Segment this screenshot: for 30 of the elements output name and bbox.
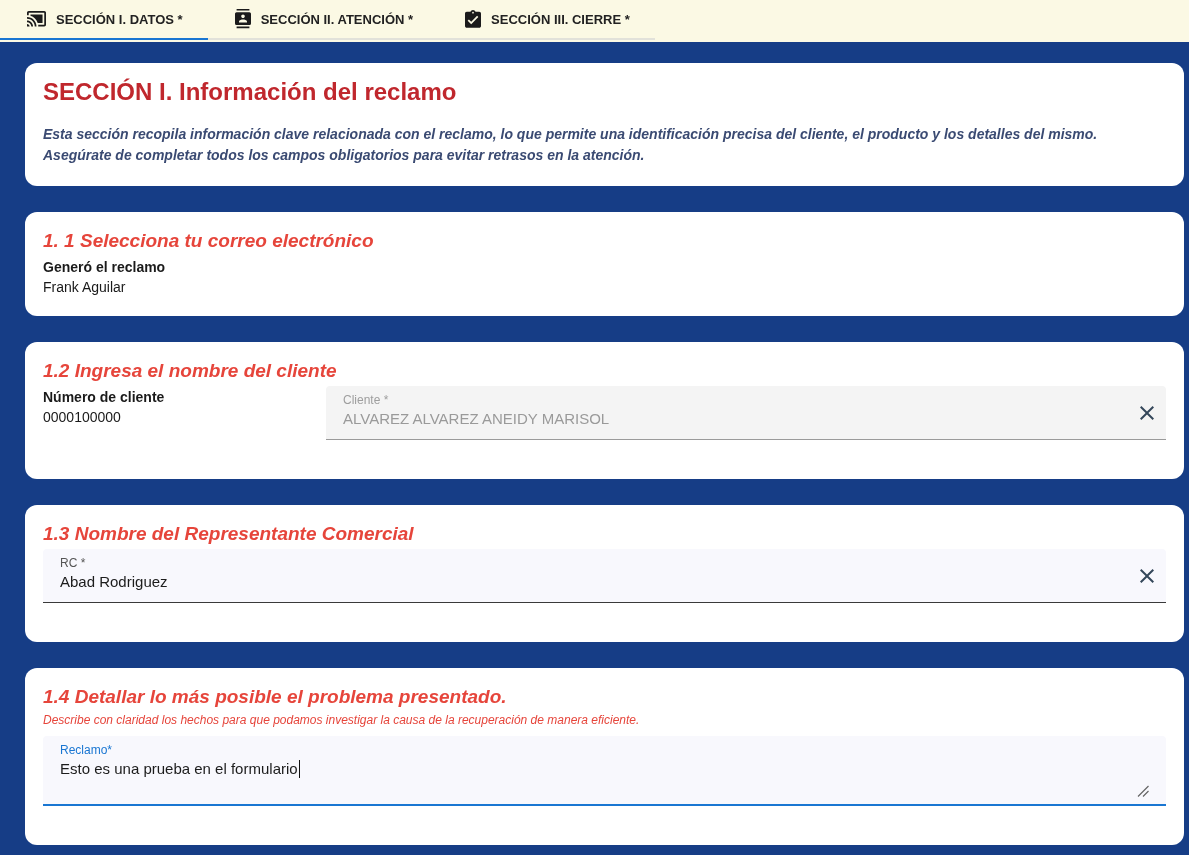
field-label: Cliente * [343, 393, 389, 408]
field-label: RC * [60, 556, 86, 571]
resize-handle-icon[interactable] [1137, 785, 1149, 797]
section-tab[interactable]: SECCIÓN II. ATENCIÓN * [207, 0, 439, 40]
field-label: Número de cliente [43, 388, 165, 407]
close-icon [1140, 568, 1154, 583]
field-value: Frank Aguilar [43, 278, 126, 297]
field-value: 0000100000 [43, 408, 121, 427]
text-field[interactable]: RC * Abad Rodriguez [43, 549, 1166, 603]
page-title: SECCIÓN I. Información del reclamo [43, 77, 458, 107]
section-tab[interactable]: SECCIÓN III. CIERRE * [438, 0, 655, 40]
clear-button[interactable] [1138, 566, 1156, 585]
field-label: Reclamo* [60, 743, 113, 758]
text-caret-icon [298, 759, 300, 778]
field-value: Esto es una prueba en el formulario [60, 759, 298, 779]
contact-card-icon [234, 9, 251, 29]
section-description: Esta sección recopila información clave relacionada con el reclamo, lo que permite una identificación precisa del cliente, el producto y los detalles del mismo. Asegúrate de completar todos los campos obligatorios para evitar retrasos en la atención. [43, 125, 1099, 165]
field-value: ALVAREZ ALVAREZ ANEIDY MARISOL [343, 409, 610, 429]
textarea-field[interactable]: Reclamo* Esto es una prueba en el formulario [43, 736, 1166, 806]
close-icon [1140, 405, 1154, 420]
section-title: 1.4 Detallar lo más posible el problema presentado. [43, 685, 508, 709]
section-hint: Describe con claridad los hechos para que podamos investigar la causa de la recuperación de manera eficiente. [43, 712, 641, 728]
field-value: Abad Rodriguez [60, 572, 168, 592]
section-tab[interactable]: SECCIÓN I. DATOS * [0, 0, 208, 40]
section-title: 1.3 Nombre del Representante Comercial [43, 522, 415, 546]
section-title: 1.2 Ingresa el nombre del cliente [43, 359, 338, 383]
section-title: 1. 1 Selecciona tu correo electrónico [43, 229, 375, 253]
clipboard-check-icon [465, 10, 482, 28]
field-label: Generó el reclamo [43, 258, 166, 277]
cast-icon [27, 11, 46, 27]
